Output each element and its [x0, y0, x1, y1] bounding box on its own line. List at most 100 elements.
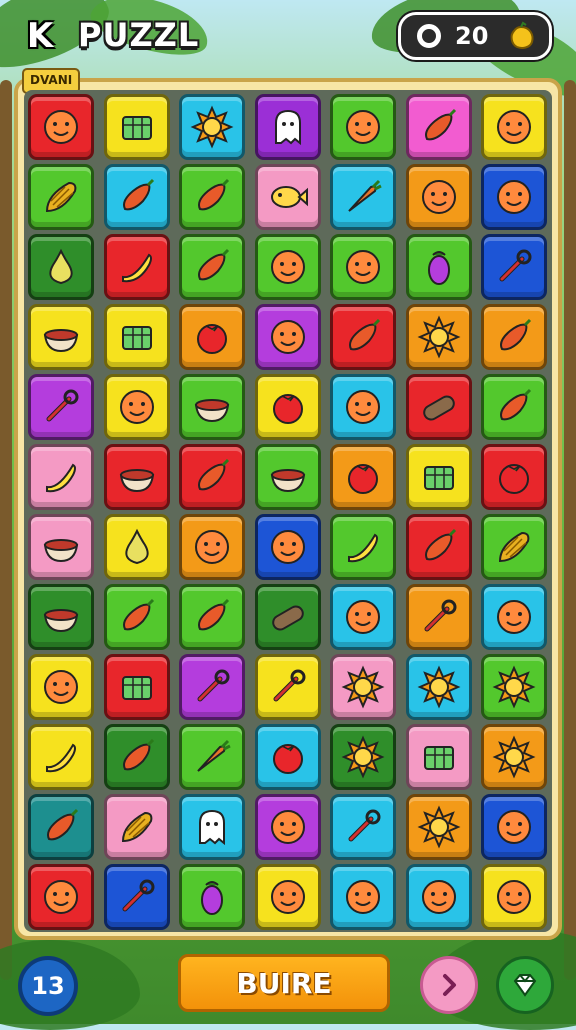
- eggplant-icon: [201, 881, 223, 915]
- tile-r1-c1[interactable]: [28, 94, 94, 160]
- tile-r1-c3[interactable]: [179, 94, 245, 160]
- tile-r1-c7[interactable]: [481, 94, 547, 160]
- score-value: 20: [455, 22, 489, 50]
- tile-r11-c1[interactable]: [28, 794, 94, 860]
- tile-r12-c3[interactable]: [179, 864, 245, 930]
- tile-r4-c4[interactable]: [254, 304, 321, 370]
- pepper-icon: [198, 458, 230, 491]
- tile-r7-c4[interactable]: [254, 514, 321, 580]
- tile-r2-c7[interactable]: [481, 164, 547, 230]
- tile-r4-c2[interactable]: [103, 304, 170, 370]
- level-indicator[interactable]: 13: [18, 956, 78, 1016]
- tile-r11-c2[interactable]: [103, 794, 170, 860]
- tile-r12-c1[interactable]: [28, 864, 94, 930]
- tile-r6-c5[interactable]: [330, 444, 396, 510]
- tile-r10-c2[interactable]: [103, 724, 170, 790]
- tile-r11-c6[interactable]: [405, 794, 472, 860]
- tile-r12-c5[interactable]: [330, 864, 396, 930]
- tile-r9-c2[interactable]: [103, 654, 170, 720]
- tile-r3-c4[interactable]: [254, 234, 321, 300]
- tile-r7-c1[interactable]: [28, 514, 94, 580]
- tile-r7-c7[interactable]: [481, 514, 547, 580]
- tile-r6-c3[interactable]: [179, 444, 245, 510]
- tile-r10-c1[interactable]: [28, 724, 94, 790]
- tile-r9-c1[interactable]: [28, 654, 94, 720]
- tile-r4-c7[interactable]: [481, 304, 547, 370]
- tile-r5-c4[interactable]: [254, 374, 321, 440]
- next-button[interactable]: [420, 956, 478, 1014]
- tile-r4-c6[interactable]: [405, 304, 472, 370]
- tile-r7-c3[interactable]: [179, 514, 245, 580]
- tile-r3-c5[interactable]: [330, 234, 396, 300]
- tile-r5-c1[interactable]: [28, 374, 94, 440]
- tile-r2-c6[interactable]: [405, 164, 472, 230]
- tile-r7-c5[interactable]: [330, 514, 396, 580]
- tile-r8-c5[interactable]: [330, 584, 396, 650]
- tile-r12-c2[interactable]: [103, 864, 170, 930]
- tile-r8-c1[interactable]: [28, 584, 94, 650]
- tile-r4-c1[interactable]: [28, 304, 94, 370]
- tile-r11-c5[interactable]: [330, 794, 396, 860]
- score-counter: 20: [398, 12, 552, 60]
- tile-r1-c6[interactable]: [405, 94, 472, 160]
- tile-r12-c4[interactable]: [254, 864, 321, 930]
- tile-r2-c3[interactable]: [179, 164, 245, 230]
- face-icon: [497, 810, 531, 844]
- tile-r9-c6[interactable]: [405, 654, 472, 720]
- tile-r10-c6[interactable]: [405, 724, 472, 790]
- tile-r5-c6[interactable]: [405, 374, 472, 440]
- tile-r9-c7[interactable]: [481, 654, 547, 720]
- tile-r6-c1[interactable]: [28, 444, 94, 510]
- tile-r9-c4[interactable]: [254, 654, 321, 720]
- tile-r7-c2[interactable]: [103, 514, 170, 580]
- tile-r6-c4[interactable]: [254, 444, 321, 510]
- tile-r3-c2[interactable]: [103, 234, 170, 300]
- face-icon: [270, 320, 305, 354]
- gem-button[interactable]: [496, 956, 554, 1014]
- tile-r7-c6[interactable]: [405, 514, 472, 580]
- tile-r11-c3[interactable]: [179, 794, 245, 860]
- tile-r3-c1[interactable]: [28, 234, 94, 300]
- tile-r9-c5[interactable]: [330, 654, 396, 720]
- main-action-button[interactable]: BUIRE: [178, 954, 390, 1012]
- tile-r11-c7[interactable]: [481, 794, 547, 860]
- tile-r8-c4[interactable]: [254, 584, 321, 650]
- tile-r10-c4[interactable]: [254, 724, 321, 790]
- tile-r2-c2[interactable]: [103, 164, 170, 230]
- tile-r1-c2[interactable]: [103, 94, 170, 160]
- tile-r10-c7[interactable]: [481, 724, 547, 790]
- tile-r6-c2[interactable]: [103, 444, 170, 510]
- sun-icon: [492, 735, 536, 779]
- tile-r1-c4[interactable]: [254, 94, 321, 160]
- tile-r4-c3[interactable]: [179, 304, 245, 370]
- tile-r2-c1[interactable]: [28, 164, 94, 230]
- tile-r11-c4[interactable]: [254, 794, 321, 860]
- tile-r2-c4[interactable]: [254, 164, 321, 230]
- tile-r3-c7[interactable]: [481, 234, 547, 300]
- tile-r10-c3[interactable]: [179, 724, 245, 790]
- tile-r3-c6[interactable]: [405, 234, 472, 300]
- back-button[interactable]: K: [20, 16, 60, 56]
- tile-r5-c7[interactable]: [481, 374, 547, 440]
- corn-icon: [498, 531, 530, 563]
- tile-r1-c5[interactable]: [330, 94, 396, 160]
- tile-r5-c2[interactable]: [103, 374, 170, 440]
- tile-r8-c6[interactable]: [405, 584, 472, 650]
- tile-r12-c7[interactable]: [481, 864, 547, 930]
- tile-r6-c6[interactable]: [405, 444, 472, 510]
- ghost-icon: [199, 809, 225, 846]
- tile-r4-c5[interactable]: [330, 304, 396, 370]
- tile-r8-c3[interactable]: [179, 584, 245, 650]
- tile-r5-c5[interactable]: [330, 374, 396, 440]
- tile-r2-c5[interactable]: [330, 164, 396, 230]
- tile-r8-c7[interactable]: [481, 584, 547, 650]
- tile-r10-c5[interactable]: [330, 724, 396, 790]
- coin-icon: [417, 24, 441, 48]
- tile-r8-c2[interactable]: [103, 584, 170, 650]
- pepper-icon: [47, 808, 79, 841]
- tile-r5-c3[interactable]: [179, 374, 245, 440]
- tile-r12-c6[interactable]: [405, 864, 472, 930]
- tile-r9-c3[interactable]: [179, 654, 245, 720]
- tile-r3-c3[interactable]: [179, 234, 245, 300]
- tile-r6-c7[interactable]: [481, 444, 547, 510]
